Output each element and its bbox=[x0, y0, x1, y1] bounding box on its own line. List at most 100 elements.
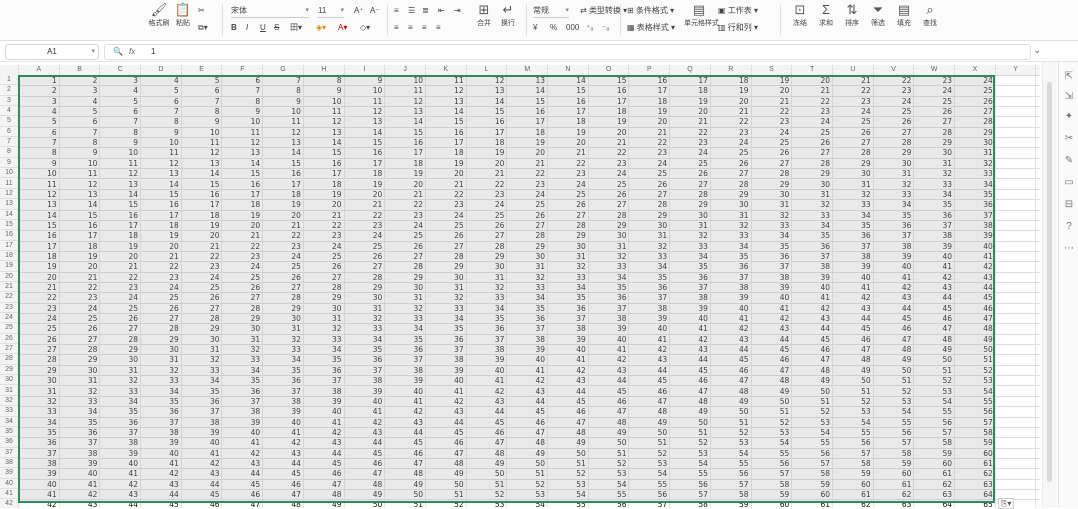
cell-w23[interactable]: 45 bbox=[914, 303, 956, 314]
cell-j16[interactable]: 25 bbox=[385, 231, 426, 242]
cell-q4[interactable]: 20 bbox=[670, 107, 711, 118]
cell-k2[interactable]: 12 bbox=[426, 86, 467, 97]
cell-h12[interactable]: 19 bbox=[304, 189, 345, 200]
cell-i7[interactable]: 15 bbox=[345, 138, 386, 149]
cell-o17[interactable]: 31 bbox=[589, 241, 630, 252]
cell-q8[interactable]: 24 bbox=[670, 148, 711, 159]
cell-t23[interactable]: 42 bbox=[792, 303, 833, 314]
cell-a23[interactable]: 23 bbox=[19, 303, 60, 314]
cell-l18[interactable]: 29 bbox=[467, 251, 508, 262]
cell-x10[interactable]: 33 bbox=[955, 169, 996, 180]
cell-d39[interactable]: 42 bbox=[141, 469, 182, 480]
row-header-38[interactable]: 38 bbox=[0, 458, 18, 469]
cell-a29[interactable]: 29 bbox=[19, 365, 60, 376]
cell-x17[interactable]: 40 bbox=[955, 241, 996, 252]
cell-o35[interactable]: 49 bbox=[589, 427, 630, 438]
cell-o3[interactable]: 17 bbox=[589, 96, 630, 107]
cell-k36[interactable]: 46 bbox=[426, 438, 467, 449]
align-right-icon[interactable]: ≡ bbox=[422, 22, 427, 34]
cell-b18[interactable]: 19 bbox=[60, 251, 101, 262]
cell-n21[interactable]: 34 bbox=[548, 283, 589, 293]
cell-g40[interactable]: 46 bbox=[263, 479, 304, 490]
row-header-14[interactable]: 14 bbox=[0, 210, 18, 220]
cell-p6[interactable]: 21 bbox=[630, 127, 671, 138]
cell-q5[interactable]: 21 bbox=[670, 117, 711, 128]
cell-b20[interactable]: 21 bbox=[60, 272, 101, 283]
cell-f21[interactable]: 26 bbox=[223, 283, 264, 293]
cell-s28[interactable]: 46 bbox=[752, 355, 793, 366]
cell-b23[interactable]: 24 bbox=[60, 303, 101, 314]
column-header-a[interactable]: A bbox=[19, 65, 60, 75]
cell-o26[interactable]: 40 bbox=[589, 334, 630, 345]
cell-area[interactable]: 1 2 3 4 5 6 7 8 9 10 11 12 13 14 15 16 17 18 19 20 21 22 23 24 2… bbox=[19, 76, 1040, 508]
font-shrink-button[interactable]: A⁻ bbox=[370, 5, 380, 17]
cell-d41[interactable]: 44 bbox=[141, 490, 182, 500]
cell-v5[interactable]: 26 bbox=[874, 117, 915, 128]
cell-q34[interactable]: 50 bbox=[670, 417, 711, 428]
cell-u29[interactable]: 49 bbox=[833, 365, 874, 376]
cell-r27[interactable]: 44 bbox=[711, 345, 752, 356]
cell-s21[interactable]: 39 bbox=[752, 283, 793, 293]
cell-f20[interactable]: 25 bbox=[223, 272, 264, 283]
cell-a2[interactable]: 2 bbox=[19, 86, 60, 97]
cell-b40[interactable]: 41 bbox=[60, 479, 101, 490]
cell-w27[interactable]: 49 bbox=[914, 345, 956, 356]
cell-m7[interactable]: 19 bbox=[507, 138, 549, 149]
cell-w16[interactable]: 38 bbox=[914, 231, 956, 242]
cell-w40[interactable]: 62 bbox=[914, 479, 956, 490]
cell-c21[interactable]: 23 bbox=[100, 283, 142, 293]
cell-x27[interactable]: 50 bbox=[955, 345, 996, 356]
select-icon[interactable]: ⇱ bbox=[1062, 70, 1076, 84]
cell-c38[interactable]: 40 bbox=[100, 458, 142, 469]
cell-o4[interactable]: 18 bbox=[589, 107, 630, 118]
cell-w19[interactable]: 41 bbox=[914, 262, 956, 273]
cell-d35[interactable]: 38 bbox=[141, 427, 182, 438]
cell-d34[interactable]: 37 bbox=[141, 417, 182, 428]
spreadsheet-grid[interactable]: ABCDEFGHIJKLMNOPQRSTUVWXY 1 2 3 4 5 6 7 8 9 10 11 1… bbox=[0, 65, 1040, 508]
cell-i18[interactable]: 26 bbox=[345, 251, 386, 262]
row-header-35[interactable]: 35 bbox=[0, 427, 18, 438]
cell-f16[interactable]: 21 bbox=[223, 231, 264, 242]
row-header-6[interactable]: 6 bbox=[0, 127, 18, 138]
row-header-3[interactable]: 3 bbox=[0, 96, 18, 107]
cell-i25[interactable]: 33 bbox=[345, 324, 386, 335]
cell-s2[interactable]: 20 bbox=[752, 86, 793, 97]
cell-l39[interactable]: 50 bbox=[467, 469, 508, 480]
cell-t26[interactable]: 45 bbox=[792, 334, 833, 345]
cell-r24[interactable]: 41 bbox=[711, 314, 752, 325]
cell-i15[interactable]: 23 bbox=[345, 220, 386, 231]
cell-u18[interactable]: 38 bbox=[833, 251, 874, 262]
cell-v33[interactable]: 54 bbox=[874, 407, 915, 418]
cell-p40[interactable]: 55 bbox=[630, 479, 671, 490]
cell-w33[interactable]: 55 bbox=[914, 407, 956, 418]
cell-c37[interactable]: 39 bbox=[100, 448, 142, 459]
column-header-h[interactable]: H bbox=[304, 65, 345, 75]
cell-h6[interactable]: 13 bbox=[304, 127, 345, 138]
cell-u5[interactable]: 25 bbox=[833, 117, 874, 128]
cell-y1[interactable] bbox=[996, 76, 1037, 86]
cell-f12[interactable]: 17 bbox=[223, 189, 264, 200]
cell-e22[interactable]: 26 bbox=[182, 293, 223, 304]
cell-r1[interactable]: 18 bbox=[711, 76, 752, 86]
cell-q11[interactable]: 27 bbox=[670, 179, 711, 190]
cell-m1[interactable]: 13 bbox=[507, 76, 549, 86]
cell-y25[interactable] bbox=[996, 324, 1037, 335]
cell-p19[interactable]: 34 bbox=[630, 262, 671, 273]
cell-a12[interactable]: 12 bbox=[19, 189, 60, 200]
cell-p34[interactable]: 49 bbox=[630, 417, 671, 428]
cell-j27[interactable]: 36 bbox=[385, 345, 426, 356]
cell-s20[interactable]: 38 bbox=[752, 272, 793, 283]
cell-a25[interactable]: 25 bbox=[19, 324, 60, 335]
cell-k8[interactable]: 18 bbox=[426, 148, 467, 159]
cell-a28[interactable]: 28 bbox=[19, 355, 60, 366]
cell-a10[interactable]: 10 bbox=[19, 169, 60, 180]
cell-x30[interactable]: 53 bbox=[955, 376, 996, 387]
cell-q12[interactable]: 28 bbox=[670, 189, 711, 200]
column-header-x[interactable]: X bbox=[955, 65, 996, 75]
cell-s29[interactable]: 47 bbox=[752, 365, 793, 376]
cell-j6[interactable]: 15 bbox=[385, 127, 426, 138]
cell-e12[interactable]: 16 bbox=[182, 189, 223, 200]
cell-j32[interactable]: 41 bbox=[385, 396, 426, 407]
cell-u31[interactable]: 51 bbox=[833, 386, 874, 397]
cell-p15[interactable]: 30 bbox=[630, 220, 671, 231]
